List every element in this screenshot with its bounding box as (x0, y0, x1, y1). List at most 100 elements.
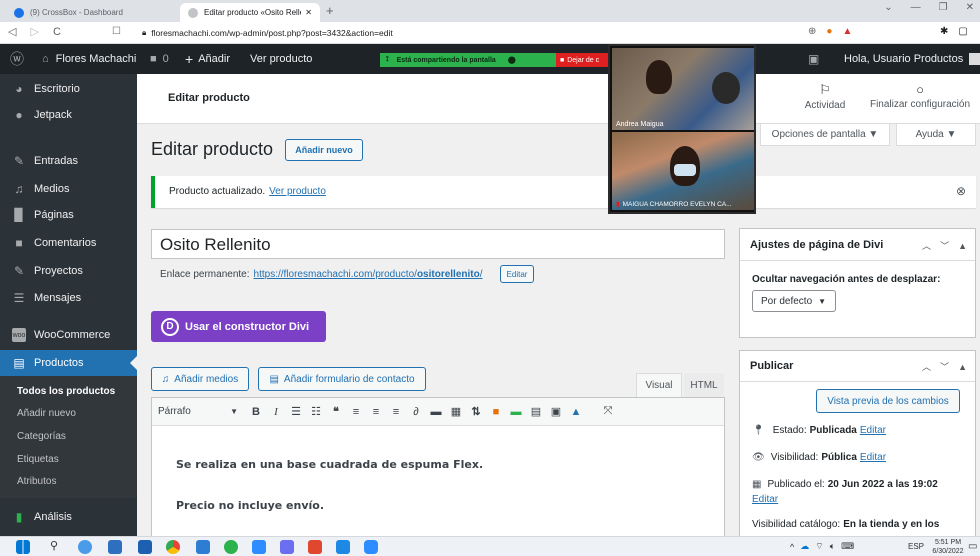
published-edit-link[interactable]: Editar (752, 494, 778, 505)
extension-alert-icon[interactable]: ▲ (842, 26, 852, 37)
sidebar-item-medios[interactable]: ♫ Medios (0, 176, 137, 202)
chevron-up-icon[interactable]: ︿ (922, 360, 931, 373)
numbered-list-icon[interactable]: ☷ (306, 402, 326, 422)
fullscreen-icon[interactable]: ⤧ (598, 402, 618, 422)
clock[interactable]: 5:51 PM 6/30/2022 (932, 538, 964, 556)
comments-link[interactable]: ■ 0 (150, 44, 169, 74)
finish-setup-button[interactable]: ○ Finalizar configuración (865, 82, 975, 110)
submenu-todos-los-productos[interactable]: Todos los productos (17, 386, 115, 397)
browser-tab[interactable]: (9) CrossBox - Dashboard (6, 3, 146, 22)
product-title-input[interactable]: Osito Rellenito (151, 229, 725, 259)
activity-button[interactable]: ⚐ Actividad (795, 82, 855, 111)
content-paragraph[interactable]: Precio no incluye envío. (176, 499, 324, 512)
bookmark-icon[interactable]: ☐ (112, 26, 121, 37)
keyboard-icon[interactable]: ⌨ (841, 541, 854, 552)
language-indicator[interactable]: ESP (908, 542, 924, 551)
tab-search-icon[interactable]: ⌄ (884, 2, 892, 13)
browser-tab-active[interactable]: Editar producto «Osito Rellenito» ✕ (180, 3, 320, 22)
forward-icon[interactable]: ▷ (30, 25, 38, 38)
tab-html[interactable]: HTML (684, 373, 724, 397)
sidebar-item-proyectos[interactable]: ✎ Proyectos (0, 258, 137, 284)
app-icon[interactable] (336, 540, 350, 554)
view-product-link[interactable]: Ver producto (250, 44, 312, 74)
toolbar-toggle-icon[interactable]: ▦ (446, 402, 466, 422)
submenu-etiquetas[interactable]: Etiquetas (17, 454, 59, 465)
table-icon[interactable]: ▣ (546, 402, 566, 422)
restore-icon[interactable]: ❐ (939, 2, 948, 13)
align-left-icon[interactable]: ≡ (346, 402, 366, 422)
view-product-link[interactable]: Ver producto (269, 186, 326, 197)
chrome-icon[interactable] (166, 540, 180, 554)
volume-icon[interactable]: 🔈︎ (830, 541, 835, 552)
submenu-anadir-nuevo[interactable]: Añadir nuevo (17, 408, 76, 419)
divi-shortcodes-icon[interactable]: ■ (486, 402, 506, 422)
dismiss-notice-icon[interactable]: ⊗ (956, 184, 966, 198)
app-icon[interactable] (196, 540, 210, 554)
shortcode-icon[interactable]: ⇅ (466, 402, 486, 422)
sidebar-item-entradas[interactable]: ✎ Entradas (0, 148, 137, 174)
close-window-icon[interactable]: ✕ (966, 2, 974, 13)
add-new-menu[interactable]: + Añadir (185, 44, 230, 74)
app-icon[interactable] (108, 540, 122, 554)
account-menu[interactable]: Hola, Usuario Productos (844, 44, 980, 74)
windows-start-icon[interactable] (16, 540, 30, 554)
add-media-button[interactable]: ♫ Añadir medios (151, 367, 249, 391)
zoom-app-icon[interactable] (252, 540, 266, 554)
reload-icon[interactable]: C (53, 26, 61, 38)
chevron-down-icon[interactable]: ﹀ (940, 360, 949, 373)
submenu-atributos[interactable]: Atributos (17, 476, 56, 487)
address-bar[interactable]: 🔒︎ floresmachachi.com/wp-admin/post.php?… (142, 25, 782, 41)
align-center-icon[interactable]: ≡ (366, 402, 386, 422)
submenu-categorias[interactable]: Categorías (17, 431, 66, 442)
lock-icon[interactable]: ▲ (566, 402, 586, 422)
toggle-panel-icon[interactable]: ▲ (958, 241, 967, 251)
profile-icon[interactable]: ▢ (958, 26, 967, 37)
visibility-edit-link[interactable]: Editar (860, 452, 886, 463)
read-more-icon[interactable]: ▬ (426, 402, 446, 422)
add-contact-form-button[interactable]: ▤ Añadir formulario de contacto (258, 367, 426, 391)
app-icon[interactable] (364, 540, 378, 554)
sidebar-item-productos[interactable]: ▤ Productos (0, 350, 137, 376)
help-button[interactable]: Ayuda ▼ (896, 124, 976, 146)
tray-arrow-icon[interactable]: ^ (790, 542, 794, 552)
tab-visual[interactable]: Visual (636, 373, 682, 397)
text-block-icon[interactable]: ▤ (526, 402, 546, 422)
network-icon[interactable]: ⌔ (815, 541, 823, 552)
sidebar-item-paginas[interactable]: ▉ Páginas (0, 202, 137, 228)
sidebar-item-woocommerce[interactable]: woo WooCommerce (0, 322, 137, 348)
minimize-icon[interactable]: — (911, 2, 921, 13)
new-tab-button[interactable]: + (326, 3, 334, 18)
wordpress-logo-icon[interactable]: ⓦ (10, 44, 24, 74)
sidebar-item-mensajes[interactable]: ☰ Mensajes (0, 285, 137, 311)
sidebar-item-jetpack[interactable]: ● Jetpack (0, 102, 137, 128)
format-select[interactable]: Párrafo ▼ (158, 402, 246, 422)
hide-nav-select[interactable]: Por defecto ▼ (752, 290, 836, 312)
brave-icon[interactable] (308, 540, 322, 554)
notifications-icon[interactable]: ▭ (968, 541, 977, 552)
search-icon[interactable]: ⚲ (50, 539, 58, 552)
app-icon[interactable] (224, 540, 238, 554)
divi-builder-button[interactable]: D Usar el constructor Divi (151, 311, 326, 342)
extensions-puzzle-icon[interactable]: ✱ (940, 26, 948, 37)
add-new-product-button[interactable]: Añadir nuevo (285, 139, 363, 161)
toggle-panel-icon[interactable]: ▲ (958, 362, 967, 372)
status-edit-link[interactable]: Editar (860, 425, 886, 436)
onedrive-icon[interactable]: ☁ (800, 541, 809, 552)
notes-icon[interactable]: ▣ (808, 44, 819, 74)
app-icon[interactable] (280, 540, 294, 554)
app-icon[interactable] (78, 540, 92, 554)
italic-icon[interactable]: I (266, 402, 286, 422)
blockquote-icon[interactable]: ❝ (326, 402, 346, 422)
screen-options-button[interactable]: Opciones de pantalla ▼ (760, 124, 890, 146)
bold-icon[interactable]: B (246, 402, 266, 422)
content-paragraph[interactable]: Se realiza en una base cuadrada de espum… (176, 458, 483, 471)
sidebar-item-analisis[interactable]: ▮ Análisis (0, 504, 137, 530)
chevron-up-icon[interactable]: ︿ (922, 239, 931, 252)
app-icon[interactable] (138, 540, 152, 554)
bullet-list-icon[interactable]: ☰ (286, 402, 306, 422)
zoom-icon[interactable]: ⊕ (808, 26, 816, 37)
chevron-down-icon[interactable]: ﹀ (940, 239, 949, 252)
sidebar-item-escritorio[interactable]: ◕ Escritorio (0, 76, 137, 102)
sidebar-item-comentarios[interactable]: ■ Comentarios (0, 230, 137, 256)
extension-icon[interactable]: ● (826, 26, 832, 37)
